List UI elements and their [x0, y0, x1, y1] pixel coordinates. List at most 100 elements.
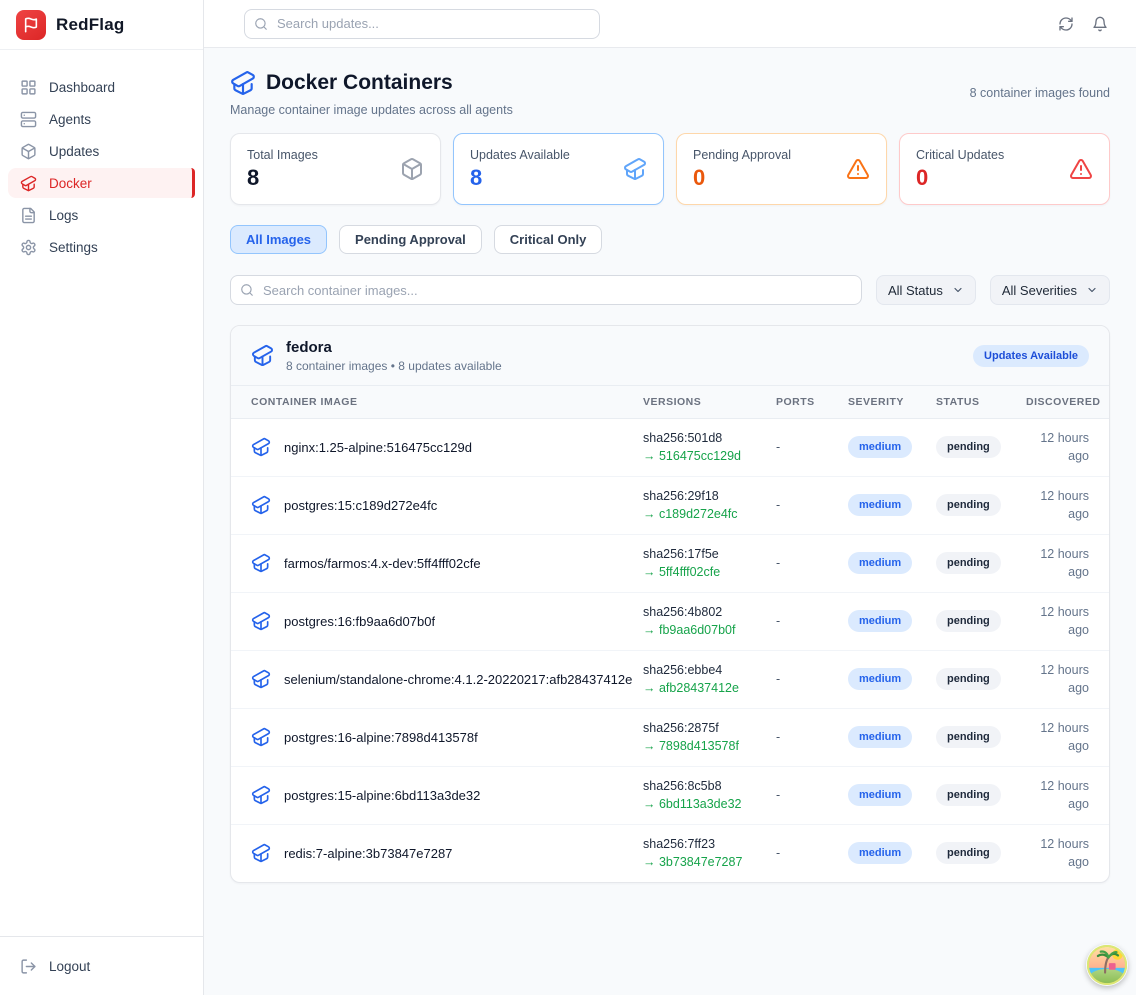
status-select[interactable]: All Status — [876, 275, 976, 305]
stat-value: 0 — [916, 165, 1093, 191]
container-image-name: nginx:1.25-alpine:516475cc129d — [284, 440, 472, 455]
sidebar-item-updates[interactable]: Updates — [8, 136, 195, 166]
status-badge: pending — [936, 842, 1001, 864]
version-current: sha256:29f18 — [643, 489, 776, 503]
global-search — [244, 9, 600, 39]
package-open-icon — [251, 727, 271, 747]
version-target: → 7898d413578f — [643, 739, 776, 753]
stat-label: Updates Available — [470, 148, 647, 162]
stat-label: Pending Approval — [693, 148, 870, 162]
arrow-right-icon: → — [643, 797, 656, 811]
status-badge: pending — [936, 784, 1001, 806]
status-badge: pending — [936, 494, 1001, 516]
arrow-right-icon: → — [643, 449, 656, 463]
bell-icon[interactable] — [1092, 16, 1108, 32]
severity-select[interactable]: All Severities — [990, 275, 1110, 305]
global-search-input[interactable] — [244, 9, 600, 39]
alert-triangle-icon — [1069, 157, 1093, 181]
sidebar-item-docker[interactable]: Docker — [8, 168, 195, 198]
table-row[interactable]: farmos/farmos:4.x-dev:5ff4fff02cfe sha25… — [231, 534, 1109, 592]
col-discovered: Discovered — [1026, 386, 1109, 418]
island-widget-button[interactable] — [1086, 944, 1128, 986]
table-row[interactable]: selenium/standalone-chrome:4.1.2-2022021… — [231, 650, 1109, 708]
ports-value: - — [776, 672, 780, 686]
status-badge: pending — [936, 668, 1001, 690]
package-open-icon — [251, 344, 274, 367]
topbar-icons — [1058, 16, 1108, 32]
image-search — [230, 275, 862, 305]
container-image-name: postgres:15-alpine:6bd113a3de32 — [284, 788, 480, 803]
table-row[interactable]: postgres:16-alpine:7898d413578f sha256:2… — [231, 708, 1109, 766]
sidebar-item-dashboard[interactable]: Dashboard — [8, 72, 195, 102]
redflag-logo-icon — [16, 10, 46, 40]
stat-value: 0 — [693, 165, 870, 191]
sidebar-footer: Logout — [0, 936, 203, 995]
tab-critical-only[interactable]: Critical Only — [494, 225, 603, 254]
severity-badge: medium — [848, 610, 912, 632]
version-target: → afb28437412e — [643, 681, 776, 695]
sidebar-item-settings[interactable]: Settings — [8, 232, 195, 262]
group-header: fedora 8 container images • 8 updates av… — [231, 326, 1109, 386]
package-open-icon — [623, 157, 647, 181]
container-image-name: redis:7-alpine:3b73847e7287 — [284, 846, 452, 861]
status-badge: pending — [936, 436, 1001, 458]
filter-tabs: All Images Pending Approval Critical Onl… — [230, 225, 1110, 254]
logout-button[interactable]: Logout — [8, 951, 195, 981]
version-target-hash: 516475cc129d — [659, 449, 741, 463]
status-select-value: All Status — [888, 283, 943, 298]
package-open-icon — [251, 611, 271, 631]
table-row[interactable]: redis:7-alpine:3b73847e7287 sha256:7ff23… — [231, 824, 1109, 882]
table-row[interactable]: postgres:15:c189d272e4fc sha256:29f18 → … — [231, 476, 1109, 534]
file-text-icon — [20, 207, 37, 224]
ports-value: - — [776, 730, 780, 744]
sidebar-item-agents[interactable]: Agents — [8, 104, 195, 134]
group-name: fedora — [286, 339, 502, 356]
severity-badge: medium — [848, 436, 912, 458]
severity-badge: medium — [848, 726, 912, 748]
version-target-hash: 3b73847e7287 — [659, 855, 742, 869]
table-body: nginx:1.25-alpine:516475cc129d sha256:50… — [231, 418, 1109, 882]
table-row[interactable]: postgres:15-alpine:6bd113a3de32 sha256:8… — [231, 766, 1109, 824]
refresh-icon[interactable] — [1058, 16, 1074, 32]
version-current: sha256:2875f — [643, 721, 776, 735]
table-row[interactable]: nginx:1.25-alpine:516475cc129d sha256:50… — [231, 418, 1109, 476]
status-badge: pending — [936, 726, 1001, 748]
sidebar-nav: Dashboard Agents Updates Docker Logs Set… — [0, 50, 203, 936]
version-target-hash: fb9aa6d07b0f — [659, 623, 735, 637]
sidebar-item-label: Docker — [49, 176, 92, 191]
table-row[interactable]: postgres:16:fb9aa6d07b0f sha256:4b802 → … — [231, 592, 1109, 650]
version-target-hash: c189d272e4fc — [659, 507, 738, 521]
col-container-image: Container Image — [231, 386, 643, 418]
version-target-hash: afb28437412e — [659, 681, 739, 695]
package-open-icon — [251, 437, 271, 457]
ports-value: - — [776, 788, 780, 802]
arrow-right-icon: → — [643, 507, 656, 521]
stat-label: Total Images — [247, 148, 424, 162]
container-image-name: postgres:15:c189d272e4fc — [284, 498, 437, 513]
container-image-name: farmos/farmos:4.x-dev:5ff4fff02cfe — [284, 556, 481, 571]
page-title: Docker Containers — [266, 71, 453, 95]
arrow-right-icon: → — [643, 623, 656, 637]
server-icon — [20, 111, 37, 128]
stat-value: 8 — [470, 165, 647, 191]
sidebar-item-label: Settings — [49, 240, 98, 255]
col-ports: Ports — [776, 386, 848, 418]
dashboard-grid-icon — [20, 79, 37, 96]
sidebar-item-label: Logs — [49, 208, 78, 223]
version-current: sha256:7ff23 — [643, 837, 776, 851]
container-image-name: postgres:16-alpine:7898d413578f — [284, 730, 478, 745]
tab-all-images[interactable]: All Images — [230, 225, 327, 254]
version-target: → 516475cc129d — [643, 449, 776, 463]
discovered-value: 12 hours ago — [1040, 431, 1089, 463]
brand-name: RedFlag — [56, 15, 124, 35]
version-target: → c189d272e4fc — [643, 507, 776, 521]
arrow-right-icon: → — [643, 739, 656, 753]
package-open-icon — [251, 553, 271, 573]
search-icon — [254, 17, 268, 31]
arrow-right-icon: → — [643, 681, 656, 695]
severity-badge: medium — [848, 784, 912, 806]
tab-pending-approval[interactable]: Pending Approval — [339, 225, 482, 254]
container-image-name: postgres:16:fb9aa6d07b0f — [284, 614, 435, 629]
image-search-input[interactable] — [230, 275, 862, 305]
sidebar-item-logs[interactable]: Logs — [8, 200, 195, 230]
